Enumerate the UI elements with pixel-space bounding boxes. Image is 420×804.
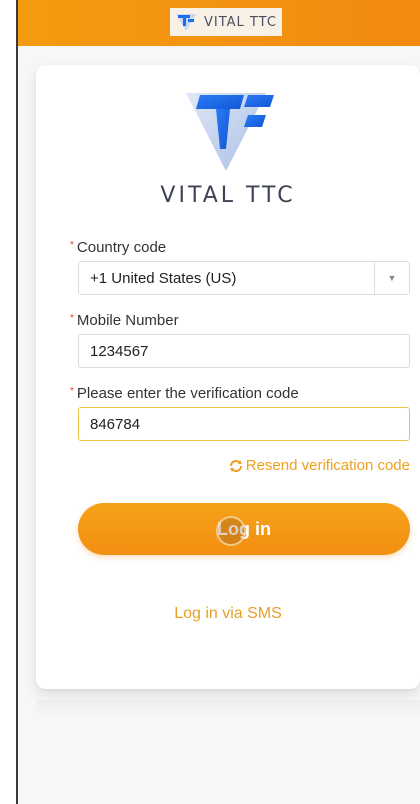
chevron-down-icon[interactable]: ▼ bbox=[374, 262, 409, 294]
required-mark: * bbox=[70, 313, 74, 324]
country-code-label: * Country code bbox=[70, 239, 167, 256]
login-via-sms-link[interactable]: Log in via SMS bbox=[36, 605, 420, 623]
top-header: VITAL TTC bbox=[18, 0, 420, 46]
required-mark: * bbox=[70, 240, 74, 251]
mobile-number-label: * Mobile Number bbox=[70, 312, 179, 329]
card-shadow bbox=[36, 700, 420, 720]
resend-verification-label: Resend verification code bbox=[245, 457, 410, 474]
verification-code-label: * Please enter the verification code bbox=[70, 385, 299, 402]
verification-code-input[interactable]: 846784 bbox=[78, 407, 410, 441]
resend-verification-link[interactable]: Resend verification code bbox=[228, 457, 410, 474]
page: VITAL TTC VITAL TTC * Country code +1 Un… bbox=[18, 0, 420, 804]
country-code-select[interactable]: +1 United States (US) ▼ bbox=[78, 261, 410, 295]
vital-ttc-logo-icon bbox=[176, 14, 196, 31]
mobile-number-input[interactable]: 1234567 bbox=[78, 334, 410, 368]
verification-code-value: 846784 bbox=[90, 415, 141, 433]
touch-indicator bbox=[216, 516, 246, 546]
login-card: VITAL TTC * Country code +1 United States… bbox=[36, 65, 420, 689]
vital-ttc-logo-icon bbox=[186, 93, 274, 171]
refresh-icon bbox=[229, 459, 242, 472]
country-code-value: +1 United States (US) bbox=[90, 269, 237, 287]
required-mark: * bbox=[70, 386, 74, 397]
mobile-number-value: 1234567 bbox=[90, 342, 149, 360]
header-brand-name: VITAL TTC bbox=[204, 14, 277, 30]
brand-name: VITAL TTC bbox=[160, 183, 296, 208]
header-brand: VITAL TTC bbox=[170, 8, 282, 36]
